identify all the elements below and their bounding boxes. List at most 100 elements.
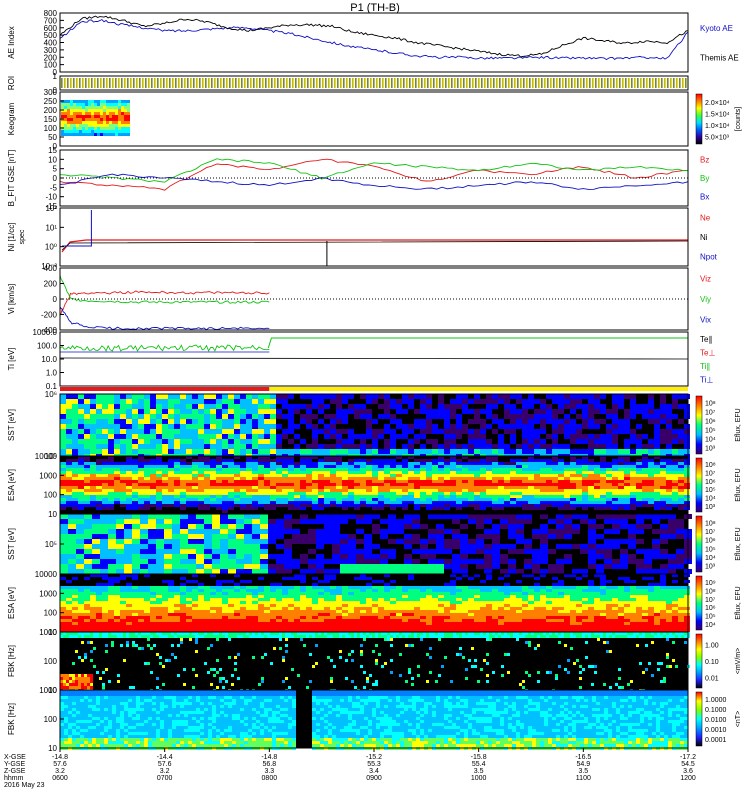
spectrogram-cell [306,414,312,419]
spectrogram-cell [144,501,150,504]
spectrogram-cell [222,628,228,631]
spectrogram-cell [672,486,678,489]
spectrogram-cell [408,486,414,489]
spectrogram-cell [66,501,72,504]
spectrogram-cell [456,480,462,483]
spectrogram-cell [480,483,486,486]
roi-flag [604,78,606,88]
spectrogram-cell [66,604,72,607]
spectrogram-cell [508,569,516,574]
roi-flag [598,78,600,88]
spectrogram-cell [420,399,426,404]
spectrogram-cell [108,524,116,529]
spectrogram-cell [678,486,684,489]
spectrogram-cell [150,619,156,622]
spectrogram-cell [408,489,414,492]
spectrogram-cell [204,544,212,549]
spectrogram-cell [60,489,66,492]
spectrogram-cell [192,489,198,492]
spectrogram-cell [312,414,318,419]
spectrogram-cell [264,622,270,625]
spectrogram-cell [246,628,252,631]
roi-flag [484,78,486,88]
spectrogram-cell [236,519,244,524]
spectrogram-cell [484,569,492,574]
spectrogram-cell [558,429,564,434]
spectrogram-cell [288,486,294,489]
spectrogram-cell [600,439,606,444]
spectrogram-cell [222,610,228,613]
series-tipar-b [267,337,688,349]
spectrogram-cell [222,495,228,498]
legend-te: Te∥ [700,335,712,344]
spectrogram-cell [564,468,570,471]
spectrogram-cell [460,554,468,559]
spectrogram-cell [588,394,594,399]
spectrogram-cell [60,564,68,569]
spectrogram-cell [354,434,360,439]
colorbar-tick: 10⁷ [705,529,716,536]
roi-flag [196,78,198,88]
spectrogram-cell [96,414,102,419]
spectrogram-cell [84,434,90,439]
keogram-cell [64,106,67,109]
spectrogram-cell [476,559,484,564]
spectrogram-cell [228,619,234,622]
spectrogram-cell [348,534,356,539]
spectrogram-cell [236,524,244,529]
spectrogram-cell [534,434,540,439]
spectrogram-cell [612,477,618,480]
spectrogram-cell [126,465,132,468]
spectrogram-cell [234,399,240,404]
keogram-cell [121,115,124,118]
spectrogram-cell [180,501,186,504]
roi-flag [478,78,480,88]
spectrogram-cell [234,607,240,610]
spectrogram-cell [340,534,348,539]
spectrogram-cell [492,483,498,486]
spectrogram-cell [174,449,180,454]
spectrogram-cell [516,399,522,404]
spectrogram-cell [198,434,204,439]
spectrogram-cell [84,554,92,559]
keogram-cell [70,130,73,133]
spectrogram-cell [288,465,294,468]
spectrogram-cell [366,465,372,468]
spectrogram-cell [576,465,582,468]
spectrogram-cell [594,495,600,498]
spectrogram-cell [516,534,524,539]
spectrogram-cell [684,429,690,434]
spectrogram-cell [348,501,354,504]
spectrogram-cell [678,495,684,498]
spectrogram-cell [216,429,222,434]
keogram-cell [70,112,73,115]
spectrogram-cell [84,534,92,539]
spectrogram-cell [168,444,174,449]
spectrogram-cell [384,399,390,404]
spectrogram-cell [528,465,534,468]
spectrogram-cell [72,601,78,604]
spectrogram-cell [684,444,690,449]
spectrogram-cell [306,498,312,501]
roi-flag [145,78,147,88]
spectrogram-cell [372,524,380,529]
spectrogram-cell [630,471,636,474]
spectrogram-cell [210,471,216,474]
spectrogram-cell [186,480,192,483]
spectrogram-cell [240,489,246,492]
keogram-cell [73,124,76,127]
spectrogram-cell [288,424,294,429]
spectrogram-cell [174,444,180,449]
spectrogram-cell [468,489,474,492]
spectrogram-cell [150,592,156,595]
spectrogram-cell [220,514,228,519]
spectrogram-cell [534,483,540,486]
spectrogram-cell [594,492,600,495]
spectrogram-cell [636,539,644,544]
spectrogram-cell [180,569,188,574]
spectrogram-cell [534,449,540,454]
spectrogram-cell [102,610,108,613]
spectrogram-cell [66,462,72,465]
spectrogram-cell [198,486,204,489]
roi-flag [535,78,537,88]
